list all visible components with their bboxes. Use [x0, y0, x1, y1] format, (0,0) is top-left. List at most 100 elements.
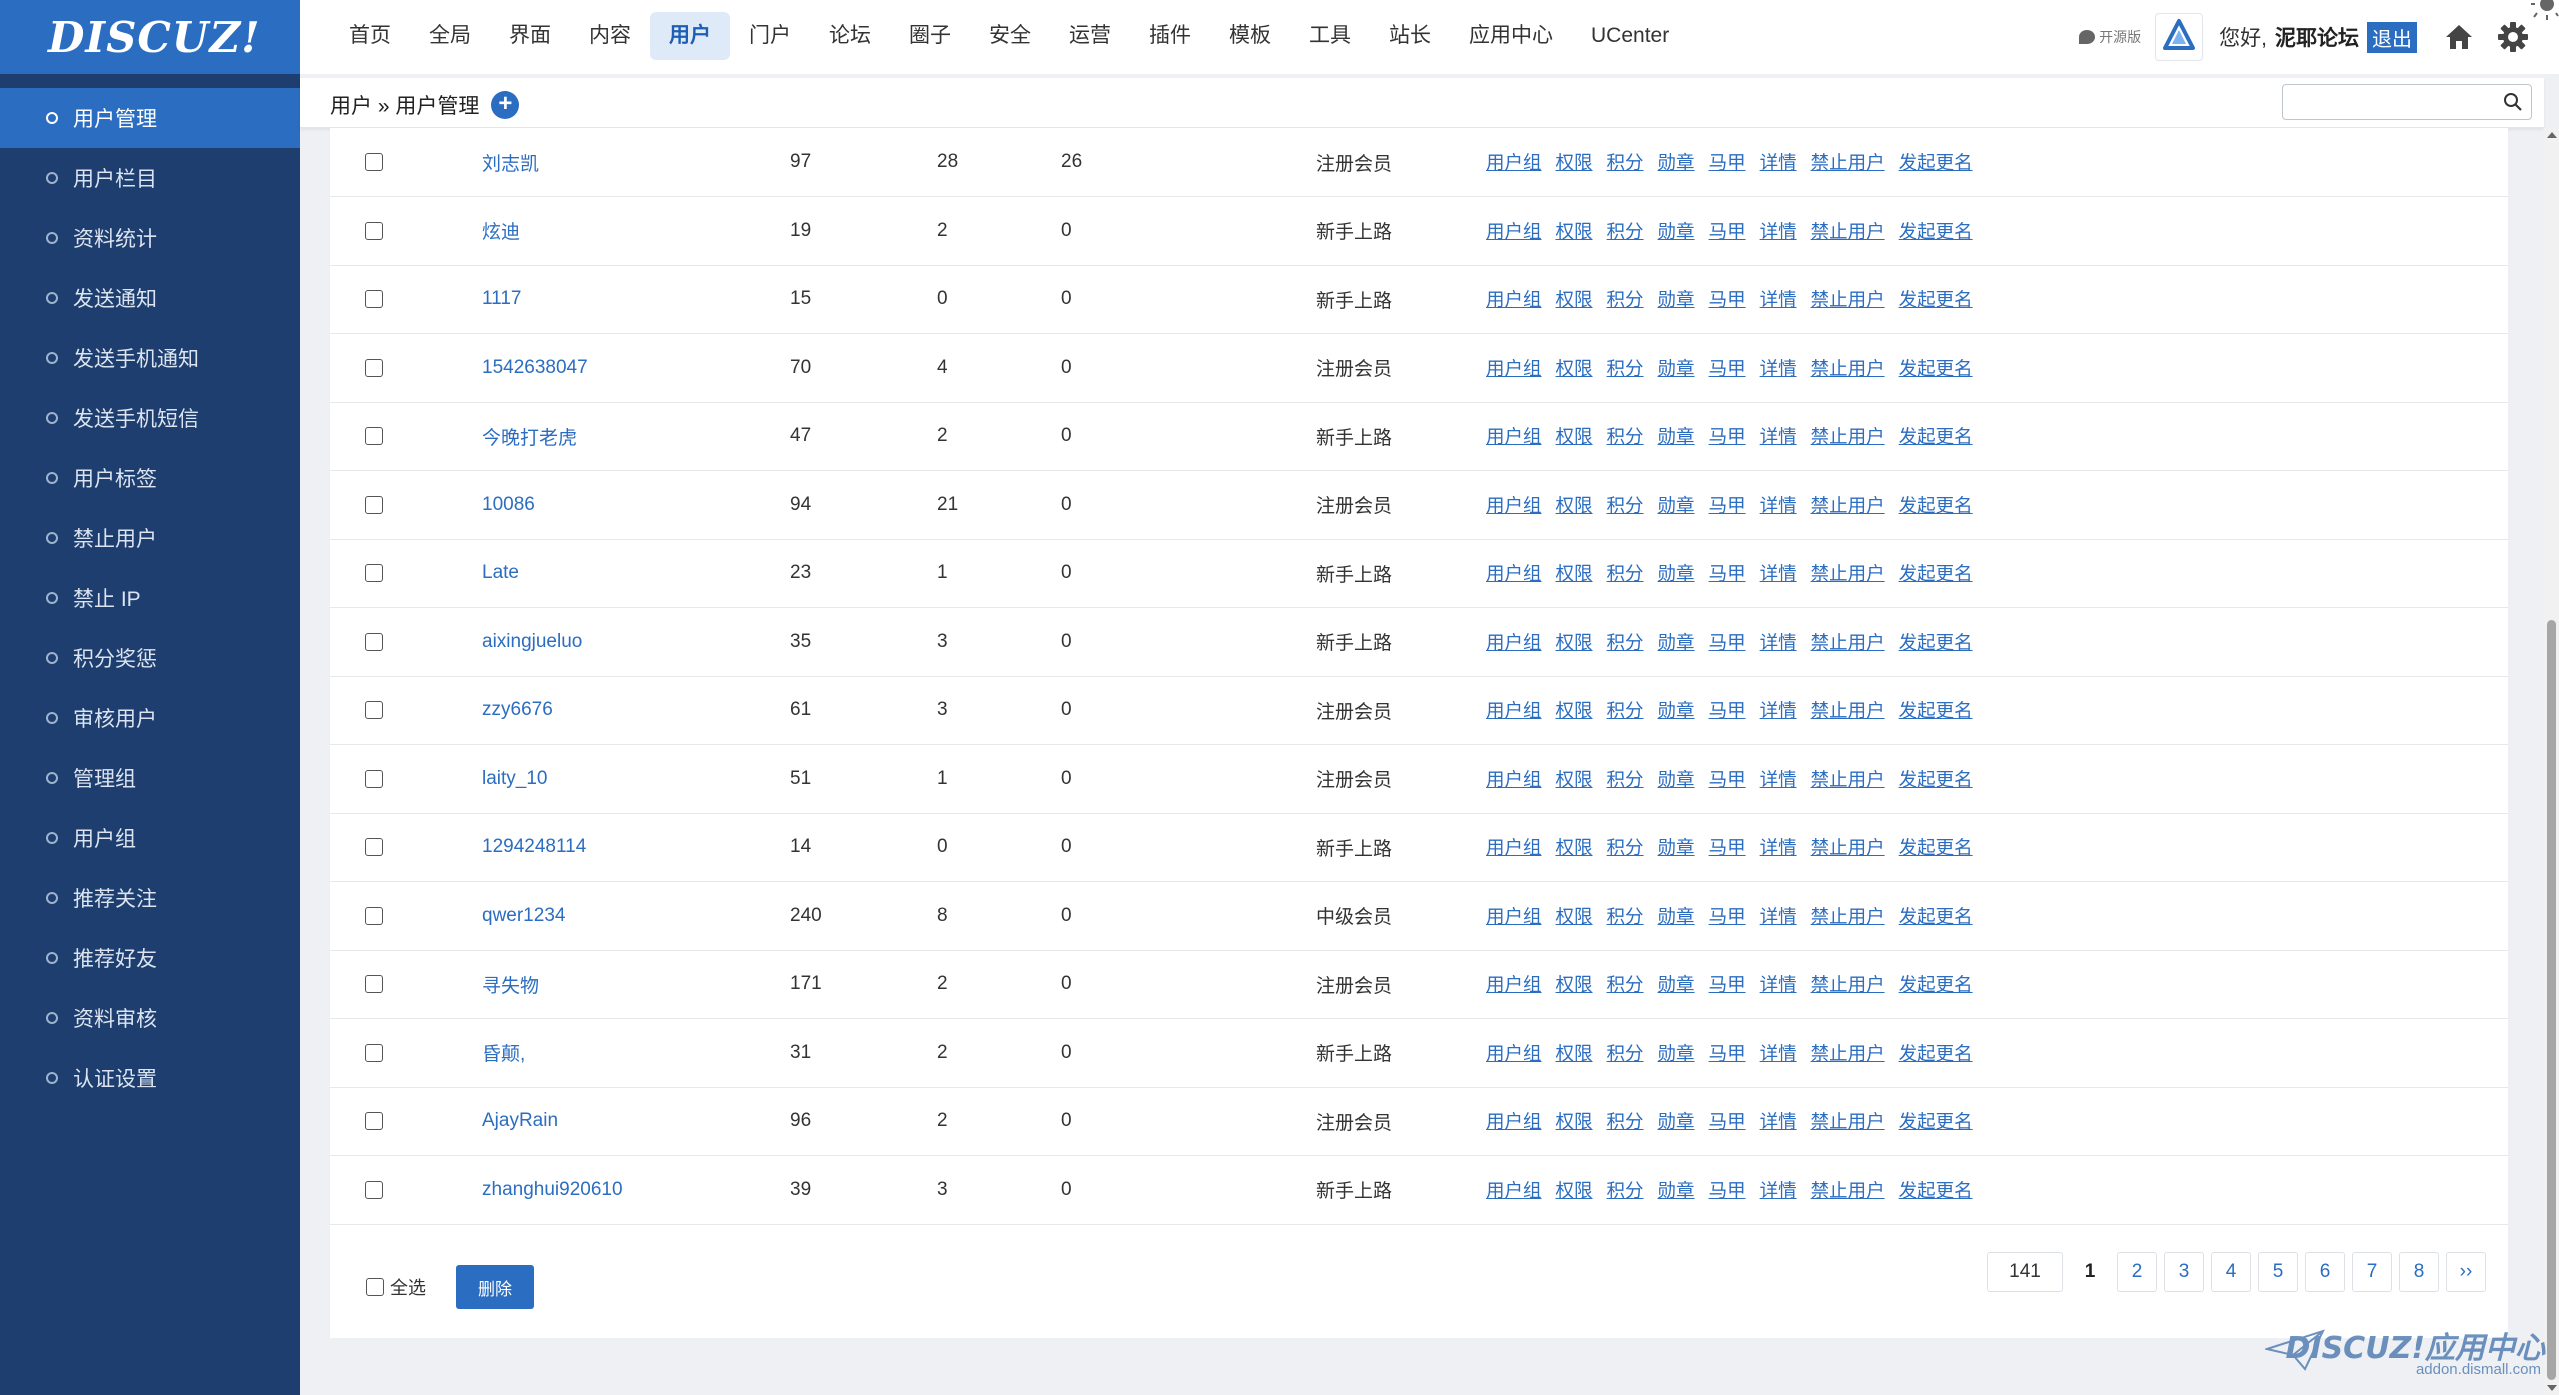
row-action-link[interactable]: 用户组 [1486, 632, 1542, 653]
row-action-link[interactable]: 勋章 [1658, 221, 1695, 242]
row-action-link[interactable]: 积分 [1607, 1180, 1644, 1201]
row-action-link[interactable]: 发起更名 [1899, 563, 1973, 584]
brand-icon[interactable] [2155, 13, 2204, 61]
row-action-link[interactable]: 禁止用户 [1811, 906, 1885, 927]
row-action-link[interactable]: 禁止用户 [1811, 221, 1885, 242]
row-action-link[interactable]: 禁止用户 [1811, 495, 1885, 516]
row-action-link[interactable]: 权限 [1556, 1111, 1593, 1132]
row-action-link[interactable]: 用户组 [1486, 221, 1542, 242]
row-action-link[interactable]: 详情 [1760, 837, 1797, 858]
row-checkbox[interactable] [365, 290, 383, 309]
row-action-link[interactable]: 马甲 [1709, 426, 1746, 447]
row-action-link[interactable]: 积分 [1607, 426, 1644, 447]
row-action-link[interactable]: 马甲 [1709, 906, 1746, 927]
row-action-link[interactable]: 权限 [1556, 632, 1593, 653]
top-nav-item[interactable]: 应用中心 [1450, 12, 1572, 60]
row-action-link[interactable]: 发起更名 [1899, 221, 1973, 242]
row-action-link[interactable]: 马甲 [1709, 221, 1746, 242]
page-link[interactable]: 4 [2211, 1252, 2251, 1292]
row-action-link[interactable]: 马甲 [1709, 289, 1746, 310]
row-action-link[interactable]: 积分 [1607, 289, 1644, 310]
row-action-link[interactable]: 用户组 [1486, 1180, 1542, 1201]
scrollbar[interactable] [2544, 128, 2559, 1395]
sidebar-item[interactable]: 发送手机短信 [0, 388, 300, 448]
row-action-link[interactable]: 禁止用户 [1811, 769, 1885, 790]
row-action-link[interactable]: 发起更名 [1899, 289, 1973, 310]
row-action-link[interactable]: 禁止用户 [1811, 358, 1885, 379]
row-action-link[interactable]: 积分 [1607, 221, 1644, 242]
row-checkbox[interactable] [365, 701, 383, 720]
top-nav-item[interactable]: 安全 [970, 12, 1050, 60]
sidebar-item[interactable]: 用户管理 [0, 88, 300, 148]
top-nav-item[interactable]: 插件 [1130, 12, 1210, 60]
row-action-link[interactable]: 权限 [1556, 974, 1593, 995]
sidebar-item[interactable]: 资料审核 [0, 988, 300, 1048]
row-action-link[interactable]: 禁止用户 [1811, 563, 1885, 584]
row-action-link[interactable]: 详情 [1760, 289, 1797, 310]
row-action-link[interactable]: 禁止用户 [1811, 700, 1885, 721]
username-link[interactable]: zzy6676 [482, 699, 553, 720]
delete-button[interactable]: 删除 [456, 1265, 534, 1309]
row-action-link[interactable]: 权限 [1556, 152, 1593, 173]
row-checkbox[interactable] [365, 221, 383, 240]
row-action-link[interactable]: 发起更名 [1899, 974, 1973, 995]
username-link[interactable]: 刘志凯 [482, 154, 539, 175]
row-action-link[interactable]: 马甲 [1709, 1180, 1746, 1201]
row-action-link[interactable]: 用户组 [1486, 700, 1542, 721]
sidebar-item[interactable]: 认证设置 [0, 1048, 300, 1108]
row-action-link[interactable]: 详情 [1760, 632, 1797, 653]
sidebar-item[interactable]: 推荐关注 [0, 868, 300, 928]
row-action-link[interactable]: 用户组 [1486, 769, 1542, 790]
row-action-link[interactable]: 发起更名 [1899, 1043, 1973, 1064]
top-nav-item[interactable]: 工具 [1290, 12, 1370, 60]
row-action-link[interactable]: 勋章 [1658, 358, 1695, 379]
username-link[interactable]: 炫迪 [482, 222, 520, 243]
row-action-link[interactable]: 勋章 [1658, 769, 1695, 790]
row-checkbox[interactable] [365, 632, 383, 651]
top-nav-item[interactable]: UCenter [1572, 12, 1688, 60]
row-action-link[interactable]: 禁止用户 [1811, 837, 1885, 858]
row-action-link[interactable]: 详情 [1760, 1043, 1797, 1064]
row-action-link[interactable]: 权限 [1556, 769, 1593, 790]
row-checkbox[interactable] [365, 838, 383, 857]
sidebar-item[interactable]: 禁止用户 [0, 508, 300, 568]
row-action-link[interactable]: 勋章 [1658, 1111, 1695, 1132]
username-link[interactable]: 昏颠, [482, 1044, 525, 1065]
sidebar-item[interactable]: 发送通知 [0, 268, 300, 328]
row-checkbox[interactable] [365, 769, 383, 788]
sidebar-item[interactable]: 积分奖惩 [0, 628, 300, 688]
row-action-link[interactable]: 勋章 [1658, 700, 1695, 721]
row-checkbox[interactable] [365, 152, 383, 171]
row-action-link[interactable]: 马甲 [1709, 495, 1746, 516]
row-action-link[interactable]: 马甲 [1709, 152, 1746, 173]
row-action-link[interactable]: 积分 [1607, 974, 1644, 995]
row-checkbox[interactable] [365, 1043, 383, 1062]
row-action-link[interactable]: 马甲 [1709, 1043, 1746, 1064]
row-action-link[interactable]: 详情 [1760, 563, 1797, 584]
top-nav-item[interactable]: 站长 [1370, 12, 1450, 60]
row-action-link[interactable]: 用户组 [1486, 152, 1542, 173]
row-action-link[interactable]: 权限 [1556, 358, 1593, 379]
row-action-link[interactable]: 发起更名 [1899, 426, 1973, 447]
row-action-link[interactable]: 详情 [1760, 358, 1797, 379]
row-action-link[interactable]: 勋章 [1658, 837, 1695, 858]
row-action-link[interactable]: 权限 [1556, 289, 1593, 310]
row-action-link[interactable]: 禁止用户 [1811, 1111, 1885, 1132]
page-link[interactable]: 1 [2070, 1252, 2110, 1292]
row-action-link[interactable]: 用户组 [1486, 495, 1542, 516]
username-link[interactable]: 今晚打老虎 [482, 428, 577, 449]
top-nav-item[interactable]: 运营 [1050, 12, 1130, 60]
row-action-link[interactable]: 用户组 [1486, 289, 1542, 310]
row-action-link[interactable]: 积分 [1607, 1111, 1644, 1132]
row-checkbox[interactable] [365, 564, 383, 583]
row-action-link[interactable]: 发起更名 [1899, 769, 1973, 790]
sidebar-item[interactable]: 管理组 [0, 748, 300, 808]
row-action-link[interactable]: 发起更名 [1899, 632, 1973, 653]
row-action-link[interactable]: 勋章 [1658, 974, 1695, 995]
row-action-link[interactable]: 马甲 [1709, 563, 1746, 584]
top-nav-item[interactable]: 内容 [570, 12, 650, 60]
row-action-link[interactable]: 权限 [1556, 1043, 1593, 1064]
top-nav-item[interactable]: 门户 [730, 12, 810, 60]
row-action-link[interactable]: 详情 [1760, 769, 1797, 790]
row-action-link[interactable]: 马甲 [1709, 700, 1746, 721]
